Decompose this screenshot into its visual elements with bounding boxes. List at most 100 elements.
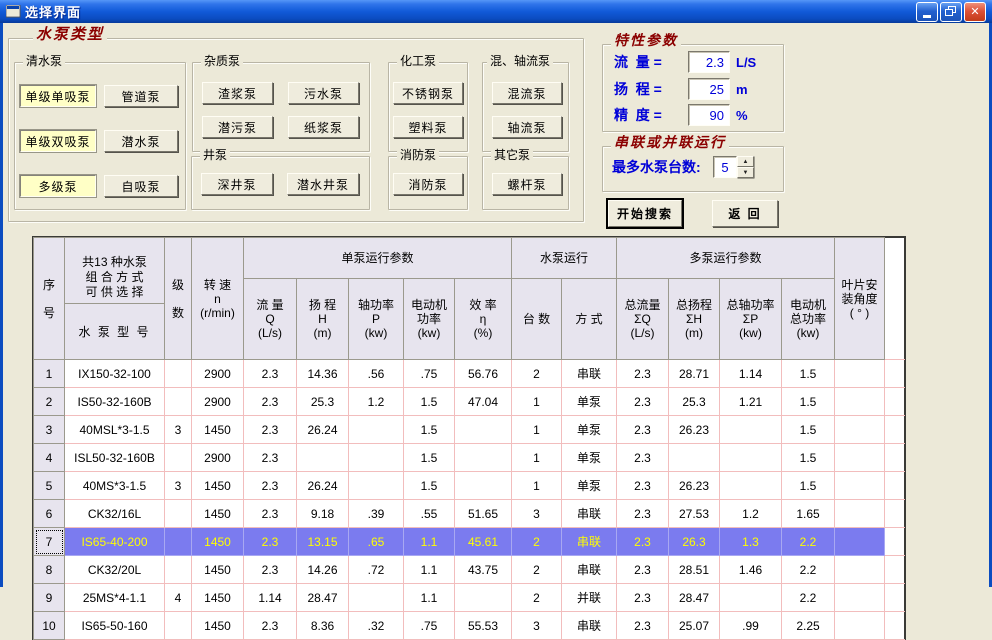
button-pipeline-pump[interactable]: 管道泵 xyxy=(104,85,178,107)
table-cell[interactable]: 2 xyxy=(511,527,562,556)
table-cell[interactable]: 2.3 xyxy=(616,555,669,584)
table-cell[interactable]: 1450 xyxy=(191,555,244,584)
table-row[interactable]: 8 CK32/20L 1450 2.3 14.26.72 1.1 43.75 2 串联 2.3 28… xyxy=(33,555,905,584)
table-cell[interactable]: 2.2 xyxy=(781,555,835,584)
button-slurry-pump[interactable]: 渣浆泵 xyxy=(202,82,273,104)
button-mixed-flow-pump[interactable]: 混流泵 xyxy=(492,82,562,104)
table-cell[interactable] xyxy=(454,443,512,472)
table-cell[interactable] xyxy=(348,471,404,500)
table-cell[interactable]: 26.23 xyxy=(668,415,720,444)
table-cell[interactable] xyxy=(164,387,192,416)
table-cell[interactable]: 1.5 xyxy=(403,387,455,416)
table-cell[interactable]: 3 xyxy=(164,471,192,500)
max-pumps-input[interactable]: 5 xyxy=(713,156,737,178)
table-cell[interactable]: CK32/16L xyxy=(64,499,165,528)
table-cell[interactable]: 2.3 xyxy=(616,415,669,444)
row-number-cell[interactable]: 1 xyxy=(33,359,65,388)
back-button[interactable]: 返 回 xyxy=(712,200,778,227)
table-cell[interactable]: 2.3 xyxy=(616,583,669,612)
spin-down-button[interactable]: ▼ xyxy=(737,167,754,178)
button-self-priming-pump[interactable]: 自吸泵 xyxy=(104,175,178,197)
table-cell[interactable]: 1450 xyxy=(191,499,244,528)
table-cell[interactable] xyxy=(719,583,782,612)
table-cell[interactable]: .55 xyxy=(403,499,455,528)
row-number-cell[interactable]: 2 xyxy=(33,387,65,416)
table-cell[interactable]: 26.24 xyxy=(296,415,349,444)
row-number-cell[interactable]: 3 xyxy=(33,415,65,444)
table-cell[interactable]: 2.2 xyxy=(781,583,835,612)
table-cell[interactable]: IX150-32-100 xyxy=(64,359,165,388)
table-cell[interactable] xyxy=(454,415,512,444)
table-cell[interactable]: 2.3 xyxy=(243,471,297,500)
table-cell[interactable]: ISL50-32-160B xyxy=(64,443,165,472)
table-cell[interactable]: 2.3 xyxy=(616,387,669,416)
table-cell[interactable] xyxy=(834,527,885,556)
table-cell[interactable] xyxy=(164,443,192,472)
table-cell[interactable] xyxy=(834,471,885,500)
table-cell[interactable]: 47.04 xyxy=(454,387,512,416)
table-cell[interactable]: 2900 xyxy=(191,443,244,472)
table-cell[interactable]: 40MSL*3-1.5 xyxy=(64,415,165,444)
table-cell[interactable]: 28.47 xyxy=(668,583,720,612)
minimize-button[interactable] xyxy=(916,1,938,22)
table-cell[interactable] xyxy=(164,555,192,584)
table-cell[interactable]: 1.21 xyxy=(719,387,782,416)
row-number-cell[interactable]: 4 xyxy=(33,443,65,472)
table-row[interactable]: 9 25MS*4-1.1 4 1450 1.14 28.47 1.1 2 并联 2.3 28.47 2… xyxy=(33,583,905,612)
button-sewage-pump[interactable]: 污水泵 xyxy=(288,82,359,104)
table-cell[interactable]: 1 xyxy=(511,387,562,416)
table-cell[interactable]: 2.3 xyxy=(243,527,297,556)
row-number-cell[interactable]: 6 xyxy=(33,499,65,528)
table-cell[interactable]: 1.1 xyxy=(403,527,455,556)
table-row[interactable]: 4 ISL50-32-160B 2900 2.3 1.5 1 单泵 2.3 1.5 xyxy=(33,443,905,472)
table-cell[interactable]: 55.53 xyxy=(454,611,512,640)
table-cell[interactable]: 2 xyxy=(511,555,562,584)
table-cell[interactable]: 1450 xyxy=(191,583,244,612)
button-deep-well-pump[interactable]: 深井泵 xyxy=(201,173,273,195)
table-cell[interactable]: 2.3 xyxy=(243,387,297,416)
table-cell[interactable]: 1.14 xyxy=(719,359,782,388)
table-cell[interactable]: 40MS*3-1.5 xyxy=(64,471,165,500)
button-axial-flow-pump[interactable]: 轴流泵 xyxy=(492,116,562,138)
table-cell[interactable]: 单泵 xyxy=(561,387,617,416)
table-cell[interactable]: 1450 xyxy=(191,611,244,640)
table-cell[interactable]: .39 xyxy=(348,499,404,528)
table-cell[interactable] xyxy=(348,415,404,444)
table-cell[interactable]: 26.24 xyxy=(296,471,349,500)
pump-results-grid[interactable]: 序 号 共13 种水泵 组 合 方 式 可 供 选 择 水 泵 型 号 级 数 … xyxy=(32,236,906,640)
precision-input[interactable]: 90 xyxy=(688,104,730,126)
table-cell[interactable]: 2.25 xyxy=(781,611,835,640)
table-cell[interactable]: 1.5 xyxy=(781,471,835,500)
button-single-stage-single-suction[interactable]: 单级单吸泵 xyxy=(20,85,96,107)
button-fire-pump[interactable]: 消防泵 xyxy=(393,173,463,195)
table-cell[interactable]: 4 xyxy=(164,583,192,612)
table-cell[interactable]: 单泵 xyxy=(561,415,617,444)
table-cell[interactable] xyxy=(834,499,885,528)
table-cell[interactable]: 25.3 xyxy=(668,387,720,416)
table-row[interactable]: 3 40MSL*3-1.5 3 1450 2.3 26.24 1.5 1 单泵 2.3 26.23 1… xyxy=(33,415,905,444)
table-cell[interactable]: 28.47 xyxy=(296,583,349,612)
row-number-cell[interactable]: 8 xyxy=(33,555,65,584)
table-cell[interactable]: 2.3 xyxy=(243,415,297,444)
table-cell[interactable]: 2900 xyxy=(191,387,244,416)
table-cell[interactable]: 2900 xyxy=(191,359,244,388)
table-cell[interactable]: 28.51 xyxy=(668,555,720,584)
table-cell[interactable]: .56 xyxy=(348,359,404,388)
table-cell[interactable] xyxy=(834,555,885,584)
table-cell[interactable] xyxy=(454,471,512,500)
table-cell[interactable]: 27.53 xyxy=(668,499,720,528)
table-cell[interactable]: 1.1 xyxy=(403,583,455,612)
table-cell[interactable]: 51.65 xyxy=(454,499,512,528)
row-number-cell[interactable]: 9 xyxy=(33,583,65,612)
table-cell[interactable]: 2.3 xyxy=(243,499,297,528)
table-cell[interactable] xyxy=(834,359,885,388)
table-cell[interactable] xyxy=(668,443,720,472)
table-cell[interactable]: 2.3 xyxy=(616,527,669,556)
table-cell[interactable]: 串联 xyxy=(561,527,617,556)
button-plastic-pump[interactable]: 塑料泵 xyxy=(393,116,463,138)
table-cell[interactable]: 1.1 xyxy=(403,555,455,584)
table-cell[interactable]: 3 xyxy=(511,499,562,528)
table-cell[interactable]: 1450 xyxy=(191,471,244,500)
button-screw-pump[interactable]: 螺杆泵 xyxy=(492,173,562,195)
table-cell[interactable]: 单泵 xyxy=(561,471,617,500)
